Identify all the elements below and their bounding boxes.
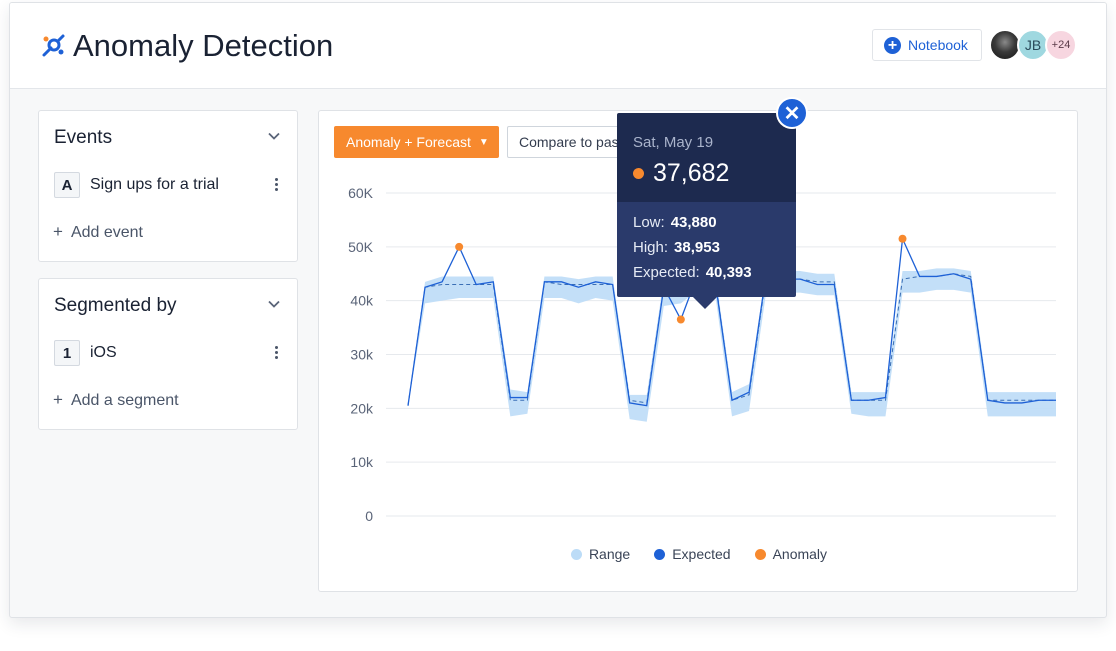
legend-swatch-anomaly [754,548,766,560]
legend-swatch-range [570,548,582,560]
segment-label[interactable]: iOS [90,344,117,362]
events-panel: Events A Sign ups for a trial + Add event [38,110,298,262]
tooltip-high-value: 38,953 [674,239,720,256]
page-title: Anomaly Detection [73,28,334,63]
y-tick-label: 10k [350,454,374,470]
more-collaborators-badge[interactable]: +24 [1045,29,1077,61]
y-tick-label: 40k [350,293,374,309]
chevron-down-icon[interactable] [267,297,281,311]
header: Anomaly Detection + Notebook JB +24 [10,3,1106,89]
collaborator-avatars[interactable]: JB +24 [989,29,1077,61]
plus-icon: + [53,222,63,241]
add-event-button[interactable]: + Add event [53,222,143,242]
segment-panel: Segmented by 1 iOS + Add a segment [38,278,298,430]
anomaly-point [676,315,685,324]
tooltip-value: 37,682 [653,159,730,187]
y-tick-label: 60K [348,185,374,201]
notebook-button[interactable]: + Notebook [872,29,982,61]
tooltip-date: Sat, May 19 [633,134,714,151]
legend-swatch-expected [654,548,666,560]
tooltip-low-value: 43,880 [670,214,717,231]
events-panel-title: Events [54,127,113,148]
y-tick-label: 0 [365,508,373,524]
legend-label-expected: Expected [672,546,731,562]
add-segment-button[interactable]: + Add a segment [53,390,179,410]
tooltip-header: Sat, May 19 37,682 [617,113,796,202]
legend-item-range[interactable]: Range [570,546,631,562]
tooltip-high-label: High: [633,239,669,256]
tooltip-pointer [692,296,718,309]
segment-panel-title: Segmented by [54,295,177,316]
legend-item-expected[interactable]: Expected [654,546,731,562]
y-tick-label: 30k [350,347,374,363]
more-options-icon[interactable] [273,344,279,362]
data-tooltip: Sat, May 19 37,682 Low: 43,880 High: 38,95… [617,113,796,309]
anomaly-point [898,234,907,243]
tooltip-low: Low: 43,880 [633,214,717,231]
more-options-icon[interactable] [273,176,279,194]
legend-label-range: Range [588,546,631,562]
app-window: Anomaly Detection + Notebook JB +24 Even… [9,2,1107,618]
anomaly-point [455,242,464,251]
chevron-down-icon[interactable] [267,129,281,143]
legend-item-anomaly[interactable]: Anomaly [754,546,828,562]
close-tooltip-button[interactable]: ✕ [776,97,808,129]
tooltip-expected: Expected: 40,393 [633,264,752,281]
legend-label-anomaly: Anomaly [772,546,828,562]
add-segment-label: Add a segment [70,392,179,409]
plus-circle-icon: + [884,36,901,54]
segment-badge: 1 [54,340,80,366]
y-tick-label: 50K [348,239,374,255]
notebook-button-label: Notebook [908,37,968,53]
add-event-label: Add event [70,224,143,241]
plus-icon: + [53,390,63,409]
event-badge: A [54,172,80,198]
chart-legend: Range Expected Anomaly [319,546,1079,562]
tooltip-details: Low: 43,880 High: 38,953 Expected: 40,393 [617,202,796,297]
tooltip-expected-value: 40,393 [705,264,752,281]
tooltip-high: High: 38,953 [633,239,720,256]
y-tick-label: 20k [350,400,374,416]
tooltip-expected-label: Expected: [633,264,700,281]
anomaly-detection-icon [42,34,65,57]
tooltip-low-label: Low: [633,214,665,231]
event-label[interactable]: Sign ups for a trial [90,176,219,194]
anomaly-dot-icon [633,168,644,179]
